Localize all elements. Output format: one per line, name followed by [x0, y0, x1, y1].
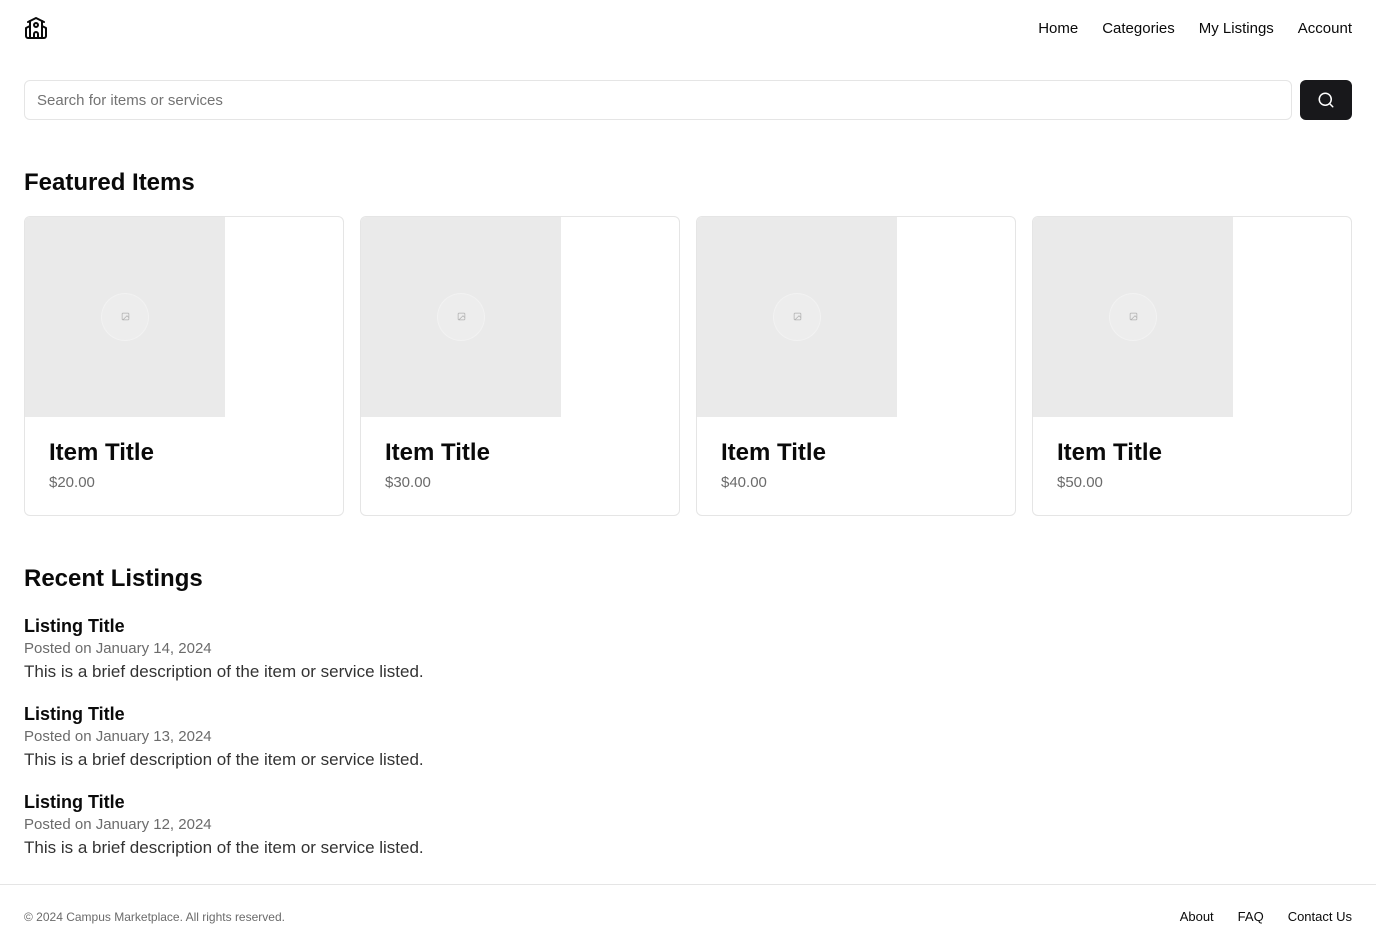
listing-title[interactable]: Listing Title: [24, 702, 424, 726]
item-price: $50.00: [1057, 474, 1103, 491]
recent-listings-list: Listing Title Posted on January 14, 2024…: [24, 614, 424, 878]
image-icon: [121, 308, 130, 326]
featured-item-card[interactable]: Item Title $50.00: [1032, 216, 1352, 516]
list-item: Listing Title Posted on January 13, 2024…: [24, 702, 424, 790]
featured-items-heading: Featured Items: [24, 169, 195, 196]
listing-date: Posted on January 12, 2024: [24, 816, 212, 833]
listing-description: This is a brief description of the item …: [24, 838, 424, 857]
school-building-icon[interactable]: [24, 15, 48, 41]
image-icon: [793, 308, 802, 326]
image-icon: [1129, 308, 1138, 326]
nav-categories[interactable]: Categories: [1102, 20, 1175, 37]
header: Home Categories My Listings Account: [24, 14, 1352, 42]
item-title: Item Title: [49, 439, 154, 466]
item-price: $30.00: [385, 474, 431, 491]
footer-copyright: © 2024 Campus Marketplace. All rights re…: [24, 910, 285, 924]
footer-link-about[interactable]: About: [1180, 909, 1214, 924]
search-bar: [24, 80, 1352, 120]
item-price: $20.00: [49, 474, 95, 491]
listing-date: Posted on January 14, 2024: [24, 640, 212, 657]
item-title: Item Title: [721, 439, 826, 466]
item-image-placeholder: [1033, 217, 1233, 417]
nav-home[interactable]: Home: [1038, 20, 1078, 37]
listing-description: This is a brief description of the item …: [24, 662, 424, 681]
featured-item-card[interactable]: Item Title $20.00: [24, 216, 344, 516]
footer-link-faq[interactable]: FAQ: [1238, 909, 1264, 924]
list-item: Listing Title Posted on January 14, 2024…: [24, 614, 424, 702]
item-price: $40.00: [721, 474, 767, 491]
nav-my-listings[interactable]: My Listings: [1199, 20, 1274, 37]
footer-links: About FAQ Contact Us: [1180, 909, 1352, 924]
footer-link-contact[interactable]: Contact Us: [1288, 909, 1352, 924]
featured-item-card[interactable]: Item Title $30.00: [360, 216, 680, 516]
listing-description: This is a brief description of the item …: [24, 750, 424, 769]
image-icon: [457, 308, 466, 326]
listing-date: Posted on January 13, 2024: [24, 728, 212, 745]
item-title: Item Title: [1057, 439, 1162, 466]
search-icon: [1317, 91, 1335, 109]
list-item: Listing Title Posted on January 12, 2024…: [24, 790, 424, 878]
search-input[interactable]: [24, 80, 1292, 120]
footer: © 2024 Campus Marketplace. All rights re…: [0, 884, 1376, 949]
featured-items-grid: Item Title $20.00 Item Title $30.00 Item…: [24, 216, 1352, 516]
item-title: Item Title: [385, 439, 490, 466]
item-image-placeholder: [697, 217, 897, 417]
nav-account[interactable]: Account: [1298, 20, 1352, 37]
listing-title[interactable]: Listing Title: [24, 790, 424, 814]
featured-item-card[interactable]: Item Title $40.00: [696, 216, 1016, 516]
item-image-placeholder: [25, 217, 225, 417]
listing-title[interactable]: Listing Title: [24, 614, 424, 638]
main-nav: Home Categories My Listings Account: [1038, 20, 1352, 37]
page: Home Categories My Listings Account Feat…: [0, 0, 1376, 949]
item-image-placeholder: [361, 217, 561, 417]
recent-listings-heading: Recent Listings: [24, 565, 203, 592]
search-button[interactable]: [1300, 80, 1352, 120]
